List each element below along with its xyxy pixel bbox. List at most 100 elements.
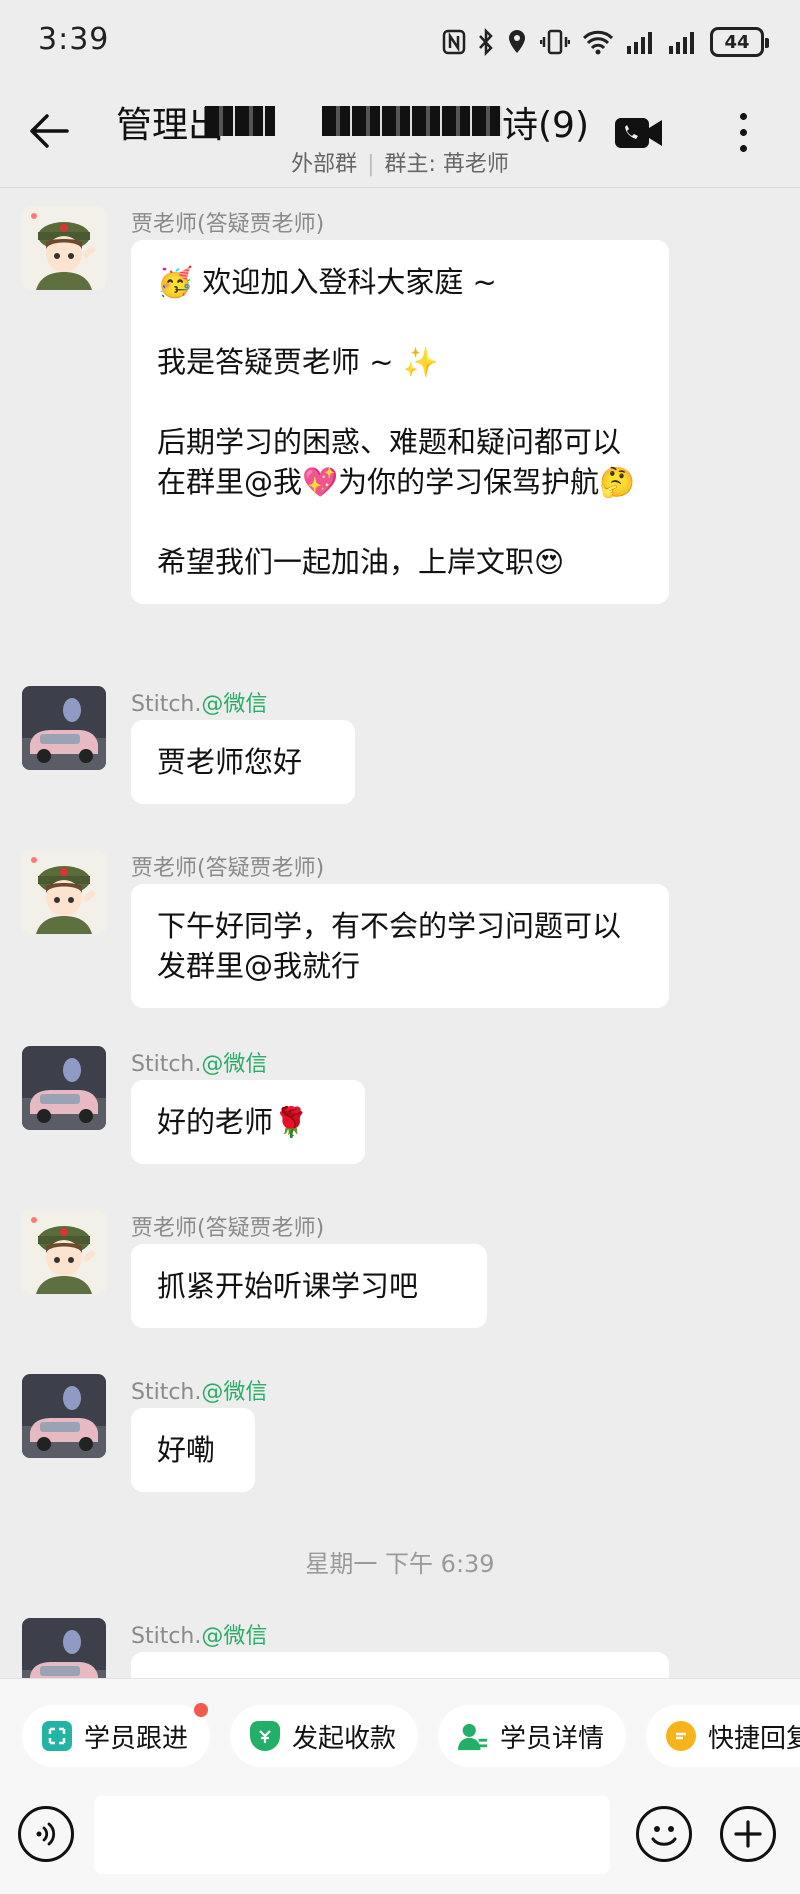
bluetooth-icon <box>479 28 493 56</box>
quick-reply-icon <box>666 1721 696 1751</box>
signal-icon-1 <box>627 32 652 54</box>
sender-name: Stitch.@微信 <box>131 1618 267 1650</box>
smiley-icon <box>651 1826 677 1846</box>
battery-indicator: 44 <box>710 27 769 57</box>
message-paragraph: 下午好同学，有不会的学习问题可以发群里@我就行 <box>157 909 622 983</box>
teacher-avatar-icon <box>22 1210 106 1294</box>
chat-title-suffix: 诗(9) <box>502 105 589 146</box>
sender-name-text: Stitch. <box>131 692 202 717</box>
chat-subtitle: 外部群 | 群主: 苒老师 <box>0 146 800 178</box>
nfc-icon <box>442 29 466 55</box>
avatar[interactable] <box>22 1374 106 1458</box>
quick-action-label: 学员跟进 <box>84 1723 189 1754</box>
quick-action-quick-reply[interactable]: 快捷回复 <box>646 1705 800 1767</box>
quick-action-payment[interactable]: 发起收款 <box>230 1705 419 1767</box>
voice-wave-icon <box>36 1822 56 1846</box>
message-paragraph: 贾老师您好 <box>157 745 303 779</box>
message-input[interactable] <box>94 1796 610 1874</box>
message-bubble[interactable]: 贾老师您好 <box>131 720 355 804</box>
follow-up-icon <box>42 1721 72 1751</box>
battery-level: 44 <box>724 31 750 53</box>
title-redaction <box>205 106 275 136</box>
avatar[interactable] <box>22 1618 106 1678</box>
message-bubble[interactable]: 🥳 欢迎加入登科大家庭 ~ 我是答疑贾老师 ~ ✨ 后期学习的困惑、难题和疑问都… <box>131 240 669 604</box>
sender-tag: @微信 <box>201 1052 268 1077</box>
sender-tag: @微信 <box>201 1380 268 1405</box>
chat-title-suffix-wrap: 诗(9) <box>502 96 589 148</box>
message-bubble[interactable] <box>131 1652 669 1678</box>
quick-action-label: 快捷回复 <box>708 1723 800 1754</box>
sender-name: 贾老师(答疑贾老师) <box>131 1210 324 1242</box>
sender-tag: @微信 <box>201 1624 268 1649</box>
input-bar <box>0 1788 800 1894</box>
sender-name: Stitch.@微信 <box>131 686 267 718</box>
group-type-label: 外部群 <box>291 152 358 177</box>
quick-action-label: 学员详情 <box>500 1723 605 1754</box>
message-paragraph: 抓紧开始听课学习吧 <box>157 1269 419 1303</box>
student-avatar-icon <box>22 1046 106 1130</box>
arrow-left-icon <box>30 114 69 148</box>
message-list[interactable]: 贾老师(答疑贾老师) 🥳 欢迎加入登科大家庭 ~ 我是答疑贾老师 ~ ✨ 后期学… <box>0 188 800 1678</box>
user-detail-icon <box>458 1721 488 1751</box>
message-bubble[interactable]: 抓紧开始听课学习吧 <box>131 1244 487 1328</box>
sender-name: 贾老师(答疑贾老师) <box>131 206 324 238</box>
status-time: 3:39 <box>38 22 110 57</box>
student-avatar-icon <box>22 1374 106 1458</box>
teacher-avatar-icon <box>22 850 106 934</box>
message-paragraph: 好嘞 <box>157 1433 216 1467</box>
message-paragraph: 好的老师🌹 <box>157 1105 310 1139</box>
more-functions-button[interactable] <box>720 1806 776 1862</box>
sender-name-text: 贾老师(答疑贾老师) <box>131 212 325 237</box>
avatar[interactable] <box>22 206 106 290</box>
video-call-button[interactable] <box>612 110 666 156</box>
timestamp-divider: 星期一 下午 6:39 <box>305 1550 495 1578</box>
sender-tag: @微信 <box>201 692 268 717</box>
more-dot-icon <box>739 112 747 120</box>
chat-header: 管理出 诗(9) 外部群 | 群主: 苒老师 <box>0 84 800 188</box>
more-dot-icon <box>739 144 747 152</box>
payment-shield-icon <box>250 1721 280 1751</box>
sender-name-text: 贾老师(答疑贾老师) <box>131 856 325 881</box>
video-call-icon <box>615 118 662 148</box>
sender-name-text: Stitch. <box>131 1052 202 1077</box>
subtitle-divider: | <box>367 152 375 177</box>
student-avatar-icon <box>22 686 106 770</box>
sender-name-text: Stitch. <box>131 1624 202 1649</box>
wifi-icon <box>582 30 614 55</box>
student-avatar-icon <box>22 1618 106 1678</box>
status-bar: 3:39 44 <box>0 0 800 84</box>
sender-name: Stitch.@微信 <box>131 1046 267 1078</box>
teacher-avatar-icon <box>22 206 106 290</box>
quick-action-follow-up[interactable]: 学员跟进 <box>22 1703 211 1767</box>
avatar[interactable] <box>22 850 106 934</box>
message-bubble[interactable]: 下午好同学，有不会的学习问题可以发群里@我就行 <box>131 884 669 1008</box>
avatar[interactable] <box>22 1210 106 1294</box>
avatar[interactable] <box>22 686 106 770</box>
more-dot-icon <box>739 128 747 136</box>
quick-action-bar[interactable]: 学员跟进 发起收款 学员详情 快捷回复 <box>0 1678 800 1788</box>
avatar[interactable] <box>22 1046 106 1130</box>
vibrate-icon <box>540 29 570 55</box>
sender-name: 贾老师(答疑贾老师) <box>131 850 324 882</box>
sender-name-text: Stitch. <box>131 1380 202 1405</box>
more-options-button[interactable] <box>720 104 766 160</box>
title-redaction <box>322 106 502 136</box>
message-bubble[interactable]: 好的老师🌹 <box>131 1080 365 1164</box>
message-paragraph: 后期学习的困惑、难题和疑问都可以在群里@我💖为你的学习保驾护航🤔 <box>157 425 636 499</box>
plus-icon <box>734 1820 762 1848</box>
message-paragraph: 🥳 欢迎加入登科大家庭 ~ <box>157 265 497 299</box>
sender-name-text: 贾老师(答疑贾老师) <box>131 1216 325 1241</box>
group-owner-label: 群主: 苒老师 <box>384 152 509 177</box>
location-icon <box>509 30 525 53</box>
quick-action-label: 发起收款 <box>292 1723 397 1754</box>
message-bubble[interactable]: 好嘞 <box>131 1408 255 1492</box>
signal-icon-2 <box>669 32 694 54</box>
voice-input-button[interactable] <box>18 1806 74 1862</box>
emoji-button[interactable] <box>636 1806 692 1862</box>
quick-action-student-detail[interactable]: 学员详情 <box>438 1705 627 1767</box>
notification-badge <box>194 1703 209 1717</box>
status-icons: 44 <box>442 24 769 60</box>
message-paragraph: 希望我们一起加油，上岸文职😍 <box>157 545 565 579</box>
